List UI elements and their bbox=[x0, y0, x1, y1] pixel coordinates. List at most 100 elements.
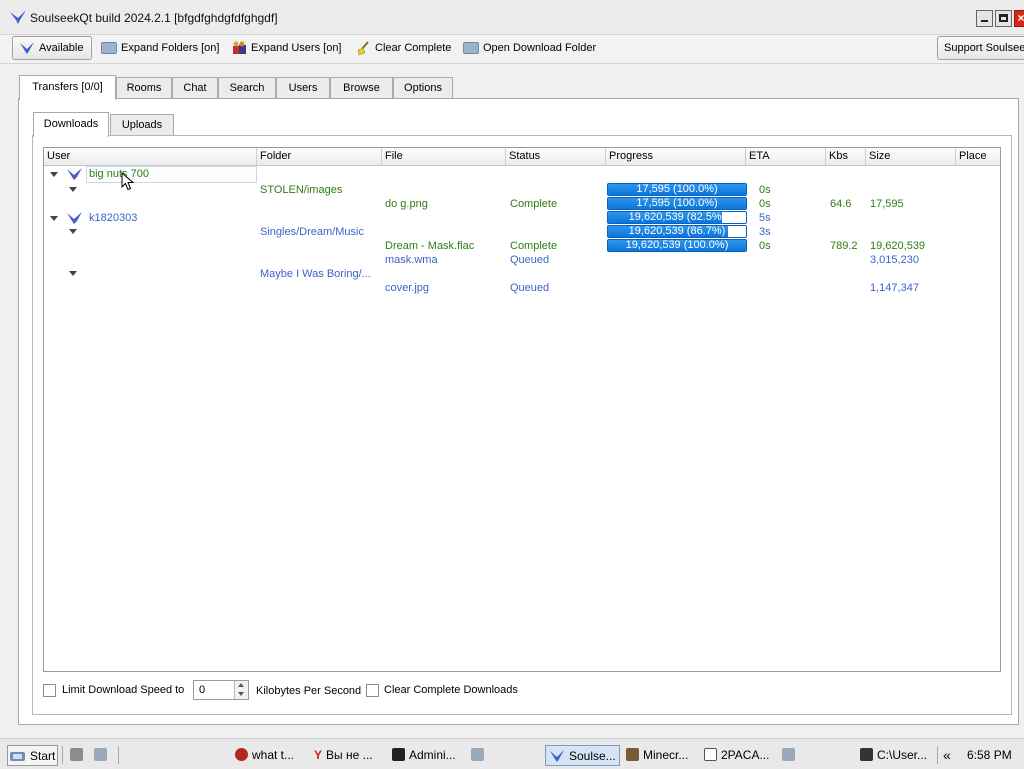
folder-icon bbox=[463, 42, 479, 54]
window-title: SoulseekQt build 2024.2.1 [bfgdfghdgfdfg… bbox=[30, 11, 278, 25]
tab-browse[interactable]: Browse bbox=[330, 77, 393, 99]
file-name[interactable]: do g.png bbox=[385, 198, 428, 211]
status-value: Queued bbox=[510, 282, 550, 294]
eta-value: 3s bbox=[759, 226, 771, 238]
tab-rooms[interactable]: Rooms bbox=[116, 77, 172, 99]
eta-value: 5s bbox=[759, 212, 771, 224]
progress-text: 17,595 (100.0%) bbox=[636, 197, 718, 209]
limit-speed-label: Limit Download Speed to bbox=[62, 684, 185, 696]
minimize-button[interactable] bbox=[976, 10, 993, 27]
close-button[interactable]: × bbox=[1014, 10, 1024, 27]
taskbar-item-2paca[interactable]: 2PACA... bbox=[704, 745, 769, 764]
expand-users-button[interactable]: Expand Users [on] bbox=[226, 36, 348, 60]
taskbar-item-what[interactable]: what t... bbox=[235, 745, 294, 764]
expand-arrow-icon[interactable] bbox=[50, 216, 58, 221]
subtab-uploads[interactable]: Uploads bbox=[110, 114, 174, 136]
column-folder[interactable]: Folder bbox=[257, 148, 382, 165]
chevron-left-icon: « bbox=[943, 746, 951, 763]
open-download-folder-button[interactable]: Open Download Folder bbox=[457, 36, 602, 60]
progress-bar: 17,595 (100.0%) bbox=[607, 183, 747, 196]
expand-folders-button[interactable]: Expand Folders [on] bbox=[95, 36, 225, 60]
taskbar-item-soulseek[interactable]: Soulse... bbox=[545, 745, 620, 766]
tab-options[interactable]: Options bbox=[393, 77, 453, 99]
taskbar-item-explorer[interactable]: C:\User... bbox=[860, 745, 927, 764]
tab-transfers[interactable]: Transfers [0/0] bbox=[19, 75, 116, 100]
expand-arrow-icon[interactable] bbox=[69, 271, 77, 276]
start-icon bbox=[10, 751, 25, 761]
eta-value: 0s bbox=[759, 240, 771, 252]
open-download-folder-label: Open Download Folder bbox=[483, 42, 597, 54]
column-size[interactable]: Size bbox=[866, 148, 956, 165]
taskbar-label: Minecr... bbox=[643, 747, 689, 762]
column-file[interactable]: File bbox=[382, 148, 506, 165]
downloads-table bbox=[43, 147, 1001, 672]
status-value: Complete bbox=[510, 240, 558, 252]
eta-value: 0s bbox=[759, 198, 771, 210]
taskbar-separator bbox=[118, 746, 119, 764]
column-kbs[interactable]: Kbs bbox=[826, 148, 866, 165]
clear-complete-button[interactable]: Clear Complete bbox=[350, 36, 457, 60]
progress-bar: 19,620,539 (82.5%) bbox=[607, 211, 747, 224]
clear-complete-downloads-label: Clear Complete Downloads bbox=[384, 684, 518, 696]
maximize-button[interactable] bbox=[995, 10, 1012, 27]
user-name[interactable]: big nuts 700 bbox=[89, 168, 149, 181]
status-value: Queued bbox=[510, 254, 550, 266]
file-name[interactable]: mask.wma bbox=[385, 254, 438, 267]
size-value: 3,015,230 bbox=[870, 254, 919, 266]
speed-value[interactable]: 0 bbox=[199, 684, 205, 697]
tab-chat[interactable]: Chat bbox=[172, 77, 218, 99]
subtab-downloads[interactable]: Downloads bbox=[33, 112, 109, 137]
start-button[interactable]: Start bbox=[7, 745, 59, 766]
support-soulseek-button[interactable]: Support Soulseek bbox=[937, 36, 1024, 60]
start-label: Start bbox=[30, 748, 56, 763]
taskbar: Start what t... Y Вы не ... Admini... So… bbox=[0, 738, 1024, 769]
quick-launch-camera[interactable] bbox=[94, 745, 107, 764]
progress-bar: 17,595 (100.0%) bbox=[607, 197, 747, 210]
eta-value: 0s bbox=[759, 184, 771, 196]
broom-icon bbox=[357, 40, 369, 55]
clear-complete-checkbox[interactable] bbox=[366, 684, 379, 697]
soulseek-bird-icon bbox=[10, 10, 26, 24]
expand-folders-label: Expand Folders [on] bbox=[121, 42, 220, 54]
status-value: Complete bbox=[510, 198, 558, 210]
toolbar: Available Expand Folders [on] Expand Use… bbox=[0, 34, 1024, 64]
taskbar-item-blank2[interactable] bbox=[782, 745, 795, 764]
available-button[interactable]: Available bbox=[12, 36, 92, 60]
column-eta[interactable]: ETA bbox=[746, 148, 826, 165]
column-progress[interactable]: Progress bbox=[606, 148, 746, 165]
speed-spinbox[interactable]: 0 bbox=[193, 680, 249, 700]
folder-name[interactable]: Singles/Dream/Music bbox=[260, 226, 364, 239]
progress-text: 19,620,539 (100.0%) bbox=[625, 239, 729, 251]
progress-bar: 19,620,539 (86.7%) bbox=[607, 225, 747, 238]
spin-up-icon[interactable] bbox=[238, 683, 244, 687]
tab-users[interactable]: Users bbox=[276, 77, 330, 99]
column-status[interactable]: Status bbox=[506, 148, 606, 165]
column-place[interactable]: Place bbox=[956, 148, 1000, 165]
taskbar-item-blank[interactable] bbox=[471, 745, 484, 764]
expand-arrow-icon[interactable] bbox=[50, 172, 58, 177]
expand-arrow-icon[interactable] bbox=[69, 229, 77, 234]
taskbar-item-minecraft[interactable]: Minecr... bbox=[626, 745, 688, 764]
size-value: 1,147,347 bbox=[870, 282, 919, 294]
file-name[interactable]: cover.jpg bbox=[385, 282, 429, 295]
clock[interactable]: 6:58 PM bbox=[967, 745, 1012, 764]
file-name[interactable]: Dream - Mask.flac bbox=[385, 240, 474, 253]
spin-down-icon[interactable] bbox=[238, 692, 244, 696]
limit-speed-checkbox[interactable] bbox=[43, 684, 56, 697]
taskbar-item-admin[interactable]: Admini... bbox=[392, 745, 456, 764]
folder-name[interactable]: STOLEN/images bbox=[260, 184, 342, 197]
user-name[interactable]: k1820303 bbox=[89, 212, 137, 225]
tab-search[interactable]: Search bbox=[218, 77, 276, 99]
taskbar-item-yandex[interactable]: Y Вы не ... bbox=[314, 745, 373, 764]
quick-launch-desktop[interactable] bbox=[70, 745, 83, 764]
available-bird-icon bbox=[20, 42, 34, 54]
expand-arrow-icon[interactable] bbox=[69, 187, 77, 192]
yandex-icon: Y bbox=[314, 747, 323, 762]
column-user[interactable]: User bbox=[44, 148, 257, 165]
7zip-icon bbox=[860, 748, 873, 761]
window-icon bbox=[782, 748, 795, 761]
size-value: 17,595 bbox=[870, 198, 904, 210]
folder-name[interactable]: Maybe I Was Boring/... bbox=[260, 268, 371, 281]
show-hidden-icons-button[interactable]: « bbox=[943, 745, 951, 764]
users-icon bbox=[233, 41, 246, 54]
